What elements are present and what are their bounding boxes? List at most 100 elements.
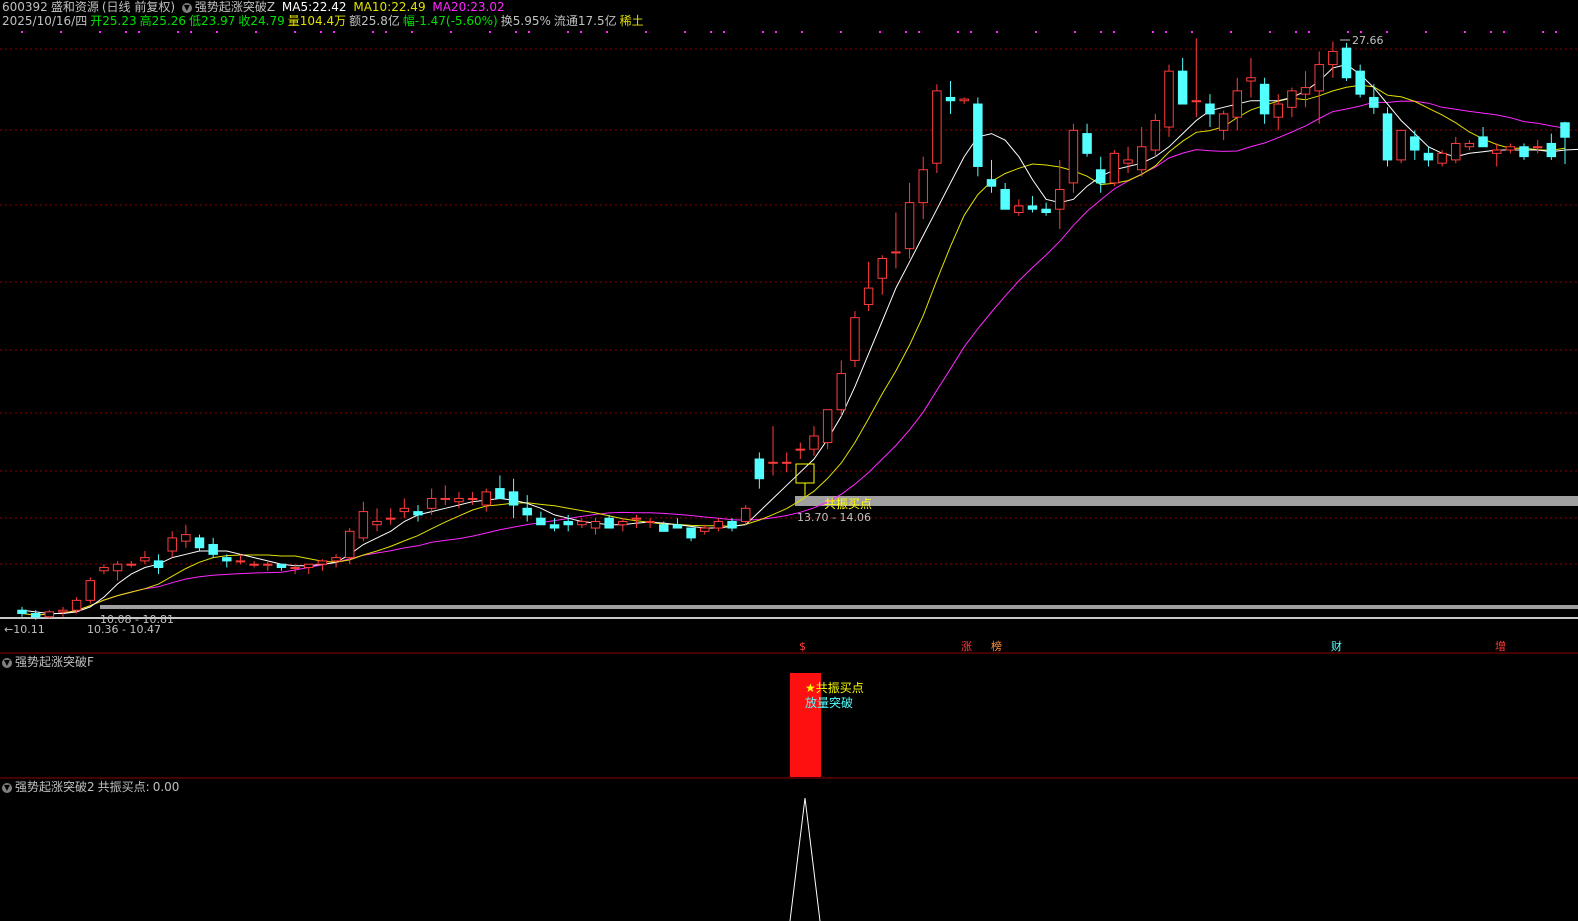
candle-body [877, 258, 887, 279]
candle [686, 527, 696, 542]
candle [863, 261, 874, 312]
candle-body [495, 488, 505, 499]
candle-body [1109, 152, 1120, 184]
candle [877, 255, 887, 295]
event-marker-cai[interactable]: 财 [1331, 639, 1342, 653]
candle [249, 560, 259, 568]
dot-marker [1074, 31, 1076, 33]
dot-marker [385, 31, 387, 33]
dot-marker [320, 31, 322, 33]
dot-marker [138, 31, 140, 33]
candle-body [1287, 90, 1297, 108]
grid-lines [0, 48, 1578, 565]
candle-body [317, 560, 328, 565]
signal-range-label: 13.70 - 14.06 [797, 511, 871, 524]
dot-marker [255, 31, 257, 33]
candle [618, 518, 628, 532]
dot-marker [1269, 31, 1271, 33]
candle [795, 442, 806, 460]
dot-marker [1542, 31, 1544, 33]
candle-body [1560, 122, 1570, 138]
candle-body [194, 537, 205, 549]
candle [58, 606, 68, 617]
candle-body [604, 517, 614, 529]
dot-marker [1152, 31, 1154, 33]
candle-body [17, 609, 27, 614]
candle-body [822, 409, 833, 444]
candle-body [645, 520, 655, 523]
candle-body [1451, 142, 1461, 161]
candle-body [631, 517, 642, 520]
candle [1451, 136, 1461, 164]
panel-2-value-label: 共振买点: [97, 780, 150, 794]
candle-body [781, 461, 792, 464]
dot-marker [1100, 31, 1102, 33]
dot-marker [1035, 31, 1037, 33]
candle-body [795, 448, 806, 451]
candle [181, 524, 191, 548]
candle-body [522, 507, 532, 516]
candle-body [686, 527, 696, 539]
chevron-down-icon[interactable]: ▼ [2, 782, 12, 793]
candle [126, 560, 136, 568]
candle-body [618, 520, 628, 526]
candle-body [208, 543, 218, 555]
candle-body [385, 517, 396, 520]
candle-body [1082, 133, 1092, 154]
dot-marker [1191, 31, 1193, 33]
dot-marker [1230, 31, 1232, 33]
candle-body [1164, 70, 1174, 128]
candle-body [1000, 188, 1010, 210]
kline-chart[interactable]: 27.66 ←10.11 10.08 - 10.81 10.36 - 10.47… [0, 0, 1578, 921]
event-marker-dollar[interactable]: $ [799, 640, 806, 653]
dot-marker [177, 31, 179, 33]
candle [331, 554, 341, 568]
candle-body [577, 520, 587, 526]
event-marker-bang[interactable]: 榜 [991, 639, 1002, 653]
candle [1491, 143, 1502, 167]
candle [1410, 130, 1420, 160]
candle [973, 97, 983, 177]
candle-body [276, 563, 287, 568]
candle [1096, 156, 1106, 193]
candle-body [549, 524, 560, 529]
candle-body [112, 563, 123, 572]
left-low-label: ←10.11 [4, 623, 45, 636]
candle-body [1027, 205, 1038, 210]
candle [836, 360, 847, 417]
candle [413, 505, 423, 522]
candle [467, 491, 478, 506]
candles [17, 38, 1570, 620]
dot-marker [216, 31, 218, 33]
event-marker-zhang[interactable]: 涨 [961, 640, 972, 653]
candle-body [1410, 136, 1420, 151]
dot-marker [1308, 31, 1310, 33]
dot-marker [99, 31, 101, 33]
dot-marker [190, 31, 192, 33]
candle-body [263, 563, 273, 566]
base-line [0, 617, 1578, 619]
candle [1000, 182, 1010, 210]
candle-body [58, 609, 68, 613]
candle [263, 560, 273, 571]
candle-body [235, 560, 246, 563]
candle-body [659, 524, 669, 532]
candle-body [986, 179, 997, 187]
chevron-down-icon[interactable]: ▼ [2, 657, 12, 668]
dot-marker [60, 31, 62, 33]
candle [194, 534, 205, 552]
dot-marker [1490, 31, 1492, 33]
low-band [100, 605, 1578, 609]
moving-averages [21, 64, 1578, 616]
panel-f-header: ▼ 强势起涨突破F [2, 655, 97, 669]
candle-body [1232, 90, 1243, 118]
candle [850, 311, 860, 367]
candle [945, 81, 956, 114]
ma10-line [21, 84, 1566, 616]
candle-body [1150, 119, 1161, 151]
candle [208, 537, 218, 558]
event-marker-zeng[interactable]: 增 [1495, 639, 1506, 653]
candle-body [99, 566, 109, 572]
candle-body [508, 491, 519, 506]
candle-body [891, 251, 901, 254]
